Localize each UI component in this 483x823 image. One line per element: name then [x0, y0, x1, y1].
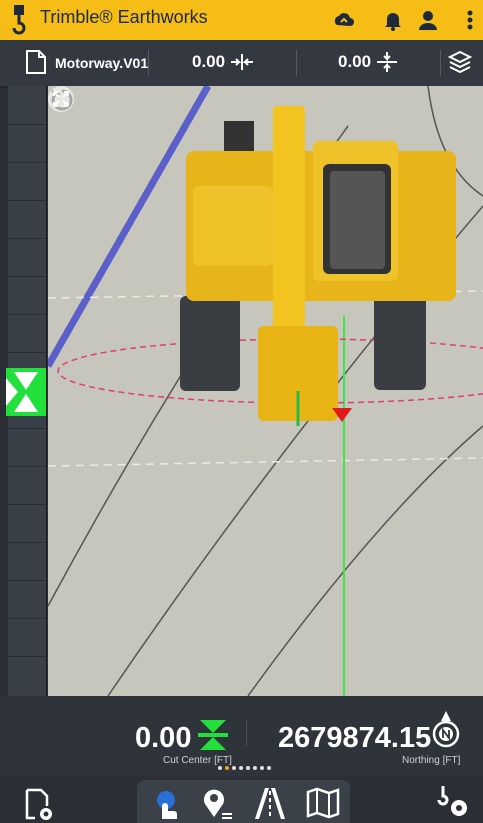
north-compass-icon [432, 711, 460, 748]
more-vertical-icon[interactable] [458, 8, 482, 32]
document-icon[interactable] [26, 50, 46, 74]
bell-icon[interactable] [381, 8, 405, 32]
crane-hook-logo [12, 5, 26, 35]
design-filename[interactable]: Motorway.V01 [55, 55, 148, 71]
layers-icon[interactable] [447, 49, 473, 75]
readout-panel: 0.00 Cut Center [FT] 2679874.15 Northing… [0, 696, 483, 776]
settings-doc-icon[interactable] [24, 788, 58, 822]
excavator [180, 106, 456, 426]
vertical-offset-icon [377, 52, 397, 72]
divider [246, 720, 247, 746]
vertical-offset-value[interactable]: 0.00 [338, 52, 371, 72]
design-toolbar: Motorway.V01 0.00 0.00 [0, 40, 483, 88]
app-title: Trimble® Earthworks [40, 7, 208, 27]
machine-settings-icon[interactable] [437, 784, 471, 818]
horizontal-offset-icon [231, 54, 253, 70]
location-icon[interactable] [200, 786, 234, 820]
divider [440, 50, 441, 76]
offset-value[interactable]: 0.00 [192, 52, 225, 72]
northing-value[interactable]: 2679874.15 [278, 722, 431, 755]
page-dots[interactable] [217, 765, 277, 771]
cloud-sync-icon[interactable] [332, 8, 356, 32]
tap-mode-icon[interactable] [150, 786, 184, 820]
cut-center-value[interactable]: 0.00 [135, 722, 191, 755]
divider [296, 50, 297, 76]
bottom-nav [0, 776, 483, 823]
expand-icon[interactable] [48, 86, 74, 112]
scene [48, 86, 483, 696]
map-icon[interactable] [306, 786, 340, 820]
on-grade-icon [198, 720, 228, 750]
northing-label: Northing [FT] [402, 755, 461, 766]
road-icon[interactable] [253, 786, 287, 820]
user-icon[interactable] [416, 8, 440, 32]
machine-3d-view[interactable] [48, 86, 483, 696]
divider [148, 50, 149, 76]
on-grade-marker [6, 368, 46, 416]
title-bar: Trimble® Earthworks [0, 0, 483, 40]
